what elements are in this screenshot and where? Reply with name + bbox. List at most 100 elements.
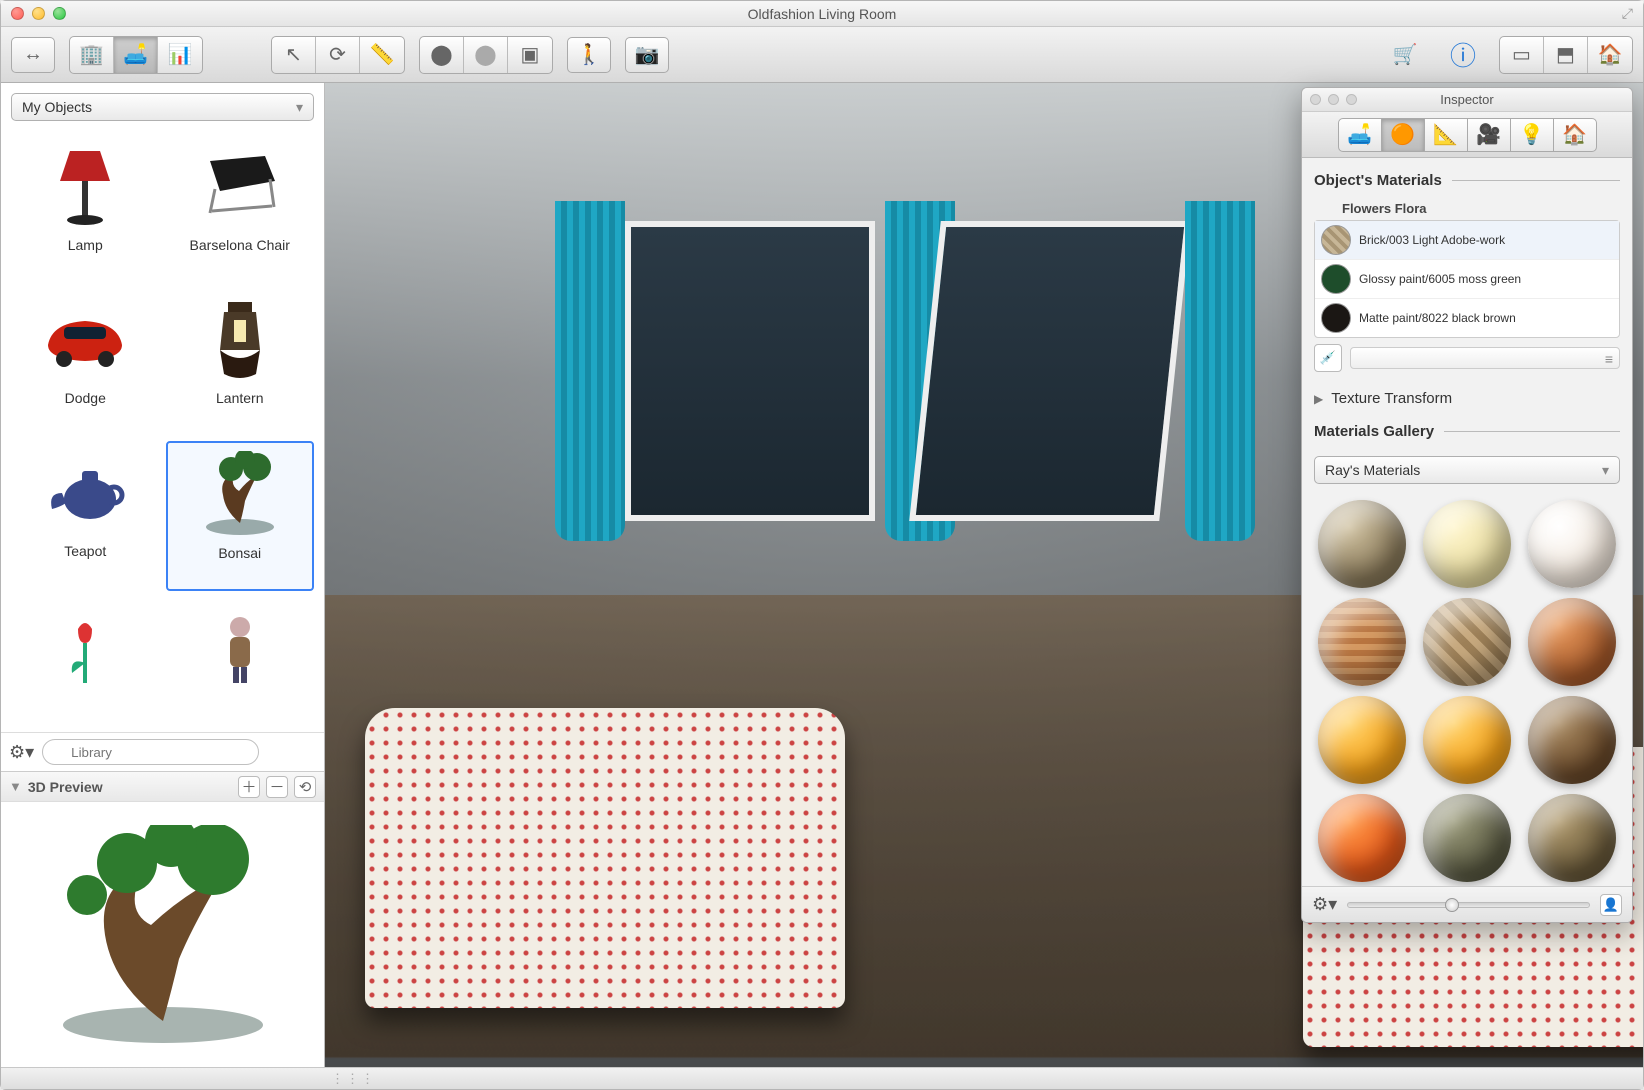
material-swatch[interactable] — [1318, 598, 1406, 686]
inspector-titlebar[interactable]: Inspector — [1302, 88, 1632, 112]
object-grid: Lamp Barselona Chair Dodge — [1, 131, 324, 732]
material-swatch[interactable] — [1423, 794, 1511, 882]
material-swatch[interactable] — [1318, 794, 1406, 882]
inspector-tab-measure[interactable]: 📐 — [1424, 118, 1468, 152]
section-heading: Object's Materials — [1314, 172, 1620, 189]
material-row[interactable]: Glossy paint/6005 moss green — [1315, 260, 1619, 299]
view-2d-button[interactable]: ▭ — [1500, 37, 1544, 73]
fullscreen-icon[interactable]: ⤢ — [1622, 5, 1633, 22]
nav-back-forward-button[interactable]: ↔ — [11, 37, 55, 73]
material-swatch[interactable] — [1528, 598, 1616, 686]
material-swatch[interactable] — [1423, 598, 1511, 686]
library-search-input[interactable] — [42, 739, 259, 765]
material-label: Brick/003 Light Adobe-work — [1359, 233, 1505, 248]
walkthrough-button[interactable]: 🚶 — [567, 37, 611, 73]
gear-icon[interactable]: ⚙▾ — [1312, 894, 1337, 915]
object-item[interactable]: Lantern — [166, 288, 315, 435]
scene-window — [909, 221, 1191, 521]
object-label: Bonsai — [174, 545, 307, 561]
divider — [1444, 431, 1620, 432]
material-swatch[interactable] — [1423, 696, 1511, 784]
eyedropper-button[interactable]: 💉 — [1314, 344, 1342, 372]
view-mode-group: ▭ ⬒ 🏠 — [1499, 36, 1633, 74]
section-heading-label: Materials Gallery — [1314, 423, 1434, 440]
thumbnail-size-slider[interactable] — [1347, 902, 1590, 908]
material-row[interactable]: Matte paint/8022 black brown — [1315, 299, 1619, 337]
material-row[interactable]: Brick/003 Light Adobe-work — [1315, 221, 1619, 260]
warehouse-icon[interactable]: 🛒 — [1383, 37, 1427, 73]
inspector-tab-light[interactable]: 💡 — [1510, 118, 1554, 152]
minimize-window-button[interactable] — [32, 7, 45, 20]
object-item[interactable]: Teapot — [11, 441, 160, 592]
select-tool-button[interactable]: ↖ — [272, 37, 316, 73]
zoom-reset-button[interactable]: ⟲ — [294, 776, 316, 798]
record-group: ⬤ ⬤ ▣ — [419, 36, 553, 74]
furniture-library-button[interactable]: 🛋️ — [114, 37, 158, 73]
user-presets-button[interactable]: 👤 — [1600, 894, 1622, 916]
disclosure-triangle-icon[interactable]: ▼ — [9, 779, 22, 794]
object-label: Teapot — [17, 543, 154, 559]
material-swatch[interactable] — [1528, 696, 1616, 784]
object-item[interactable]: Bonsai — [166, 441, 315, 592]
inspector-panel: Inspector 🛋️ 🟠 📐 🎥 💡 🏠 Object's Material… — [1301, 87, 1633, 923]
texture-transform-disclosure[interactable]: ▶ Texture Transform — [1302, 380, 1632, 417]
inspector-tab-object[interactable]: 🛋️ — [1338, 118, 1382, 152]
window-title: Oldfashion Living Room — [1, 6, 1643, 22]
app-window: Oldfashion Living Room ⤢ ↔ 🏢 🛋️ 📊 ↖ ⟳ 📏 … — [0, 0, 1644, 1090]
zoom-window-button[interactable] — [53, 7, 66, 20]
material-swatch[interactable] — [1423, 500, 1511, 588]
object-item[interactable] — [166, 597, 315, 728]
object-item[interactable]: Lamp — [11, 135, 160, 282]
material-swatch[interactable] — [1528, 794, 1616, 882]
preview-viewport[interactable] — [1, 802, 324, 1067]
inspector-tab-camera[interactable]: 🎥 — [1467, 118, 1511, 152]
inspector-tab-materials[interactable]: 🟠 — [1381, 118, 1425, 152]
scene-sofa — [365, 708, 845, 1008]
list-library-button[interactable]: 📊 — [158, 37, 202, 73]
material-swatch[interactable] — [1318, 696, 1406, 784]
view-2d3d-button[interactable]: ⬒ — [1544, 37, 1588, 73]
color-picker-row: 💉 ≡ — [1314, 344, 1620, 372]
object-category-dropdown[interactable]: My Objects ▾ — [11, 93, 314, 121]
gallery-category-dropdown[interactable]: Ray's Materials ▾ — [1314, 456, 1620, 484]
object-label: Lantern — [172, 390, 309, 406]
object-thumb-tulip — [40, 603, 130, 693]
split-handle[interactable]: ⋮⋮⋮ — [1, 1067, 1643, 1089]
gallery-category-label: Ray's Materials — [1325, 462, 1420, 478]
inspector-tab-building[interactable]: 🏠 — [1553, 118, 1597, 152]
object-thumb-lantern — [195, 294, 285, 384]
texture-transform-label: Texture Transform — [1331, 390, 1452, 407]
window-controls — [1, 7, 66, 20]
view-3d-button[interactable]: 🏠 — [1588, 37, 1632, 73]
material-swatch-icon — [1321, 225, 1351, 255]
material-swatch[interactable] — [1528, 500, 1616, 588]
divider — [1452, 180, 1620, 181]
library-mode-group: 🏢 🛋️ 📊 — [69, 36, 203, 74]
inspector-tabs: 🛋️ 🟠 📐 🎥 💡 🏠 — [1302, 112, 1632, 158]
object-item[interactable] — [11, 597, 160, 728]
material-swatch[interactable] — [1318, 500, 1406, 588]
measure-tool-button[interactable]: 📏 — [360, 37, 404, 73]
gear-icon[interactable]: ⚙▾ — [9, 742, 34, 763]
object-item[interactable]: Barselona Chair — [166, 135, 315, 282]
close-window-button[interactable] — [11, 7, 24, 20]
titlebar: Oldfashion Living Room ⤢ — [1, 1, 1643, 27]
color-bar[interactable]: ≡ — [1350, 347, 1620, 369]
slider-knob[interactable] — [1445, 898, 1459, 912]
object-item[interactable]: Dodge — [11, 288, 160, 435]
record-stop-button[interactable]: ▣ — [508, 37, 552, 73]
object-thumb-bonsai — [195, 449, 285, 539]
zoom-in-button[interactable]: ＋ — [238, 776, 260, 798]
record-red-button[interactable]: ⬤ — [420, 37, 464, 73]
object-label: Lamp — [17, 237, 154, 253]
building-library-button[interactable]: 🏢 — [70, 37, 114, 73]
chevron-down-icon: ▾ — [1602, 462, 1609, 479]
record-gray-button[interactable]: ⬤ — [464, 37, 508, 73]
preview-header: ▼ 3D Preview ＋ － ⟲ — [1, 772, 324, 802]
info-icon[interactable]: ⓘ — [1441, 37, 1485, 73]
snapshot-button[interactable]: 📷 — [625, 37, 669, 73]
rotate-tool-button[interactable]: ⟳ — [316, 37, 360, 73]
zoom-out-button[interactable]: － — [266, 776, 288, 798]
object-thumb-person — [195, 603, 285, 693]
object-label: Dodge — [17, 390, 154, 406]
